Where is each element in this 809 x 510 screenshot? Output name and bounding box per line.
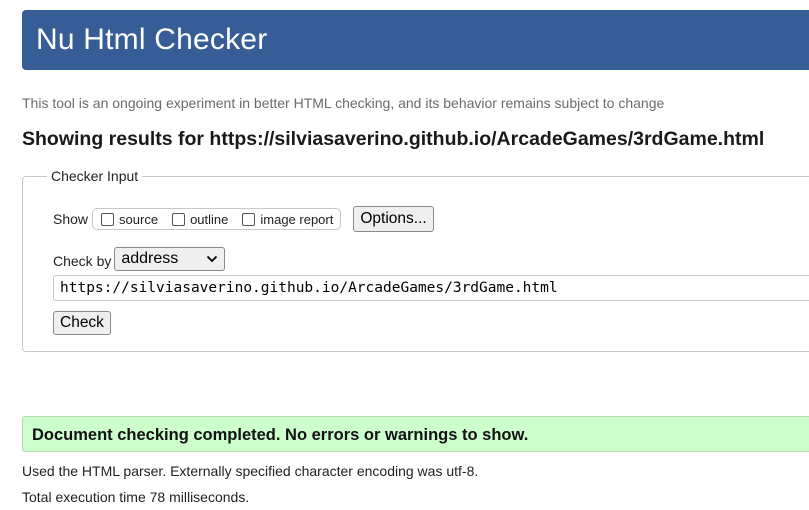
source-checkbox-label: source xyxy=(119,211,159,227)
image-report-checkbox-label: image report xyxy=(260,211,334,227)
checker-input-legend: Checker Input xyxy=(47,168,143,184)
outline-checkbox[interactable] xyxy=(172,212,186,226)
url-input[interactable]: https://silviasaverino.github.io/ArcadeG… xyxy=(53,275,809,301)
check-by-selected-value: address xyxy=(121,250,179,267)
show-image-report-option[interactable]: image report xyxy=(242,212,333,227)
chevron-down-icon xyxy=(207,255,218,263)
check-by-row: Check by address xyxy=(53,247,226,271)
options-button[interactable]: Options... xyxy=(353,206,434,232)
page: Nu Html Checker This tool is an ongoing … xyxy=(0,0,809,510)
header-banner: Nu Html Checker xyxy=(22,10,809,70)
show-options-group: source outline image report xyxy=(92,208,342,230)
tool-description: This tool is an ongoing experiment in be… xyxy=(22,95,665,111)
app-title: Nu Html Checker xyxy=(36,23,268,56)
show-options-row: Show source outline image report Options… xyxy=(53,206,434,232)
check-button[interactable]: Check xyxy=(53,311,111,335)
results-heading: Showing results for https://silviasaveri… xyxy=(22,128,765,150)
check-by-select[interactable]: address xyxy=(114,247,226,271)
outline-checkbox-label: outline xyxy=(190,211,229,227)
execution-time: Total execution time 78 milliseconds. xyxy=(22,489,250,505)
image-report-checkbox[interactable] xyxy=(242,212,256,226)
source-checkbox[interactable] xyxy=(101,212,115,226)
show-label: Show xyxy=(53,211,89,227)
success-message-box: Document checking completed. No errors o… xyxy=(22,416,809,452)
checker-input-fieldset: Checker Input Show source outline image … xyxy=(22,168,809,352)
check-by-label: Check by xyxy=(53,253,112,269)
show-outline-option[interactable]: outline xyxy=(172,212,228,227)
parser-info: Used the HTML parser. Externally specifi… xyxy=(22,463,479,479)
success-message: Document checking completed. No errors o… xyxy=(32,426,529,444)
show-source-option[interactable]: source xyxy=(101,212,158,227)
